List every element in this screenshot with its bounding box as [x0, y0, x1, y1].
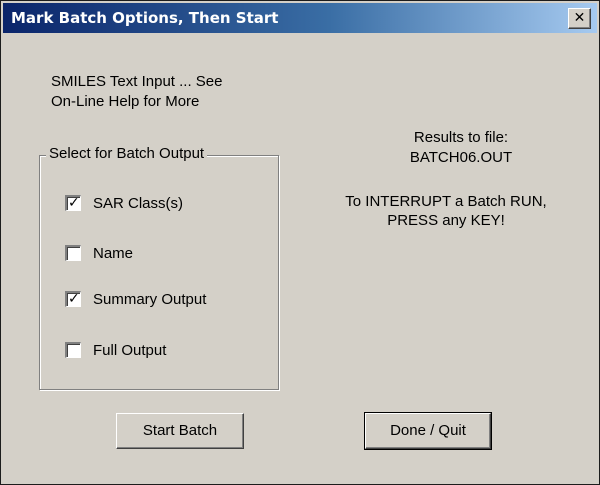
- checkbox-summary-output[interactable]: ✓ Summary Output: [65, 290, 206, 308]
- results-filename: BATCH06.OUT: [409, 149, 513, 166]
- batch-output-legend: Select for Batch Output: [46, 145, 208, 162]
- close-icon[interactable]: ✕: [569, 9, 590, 28]
- checkbox-label-summary-output[interactable]: Summary Output: [93, 291, 206, 308]
- checkbox-full-output[interactable]: Full Output: [65, 341, 166, 359]
- checkbox-box[interactable]: [65, 245, 81, 261]
- close-button[interactable]: ✕: [568, 8, 591, 29]
- title-bar[interactable]: Mark Batch Options, Then Start ✕: [3, 3, 597, 33]
- done-quit-button[interactable]: Done / Quit: [364, 412, 492, 450]
- checkbox-name[interactable]: Name: [65, 244, 133, 262]
- interrupt-text-line1: To INTERRUPT a Batch RUN,: [345, 193, 547, 210]
- results-label: Results to file:: [413, 129, 509, 146]
- checkbox-label-name[interactable]: Name: [93, 245, 133, 262]
- checkbox-sar-class[interactable]: ✓ SAR Class(s): [65, 194, 183, 212]
- info-text-line1: SMILES Text Input ... See: [51, 73, 223, 90]
- done-quit-label: Done / Quit: [390, 422, 466, 439]
- window-title: Mark Batch Options, Then Start: [11, 9, 279, 27]
- info-text-line2: On-Line Help for More: [51, 93, 200, 110]
- interrupt-text-line2: PRESS any KEY!: [387, 212, 505, 229]
- checkbox-box[interactable]: ✓: [65, 291, 81, 307]
- dialog-window: Mark Batch Options, Then Start ✕ SMILES …: [0, 0, 600, 485]
- checkmark-icon: ✓: [68, 195, 80, 211]
- checkbox-label-full-output[interactable]: Full Output: [93, 342, 166, 359]
- checkbox-box[interactable]: [65, 342, 81, 358]
- start-batch-button[interactable]: Start Batch: [116, 413, 244, 449]
- checkbox-box[interactable]: ✓: [65, 195, 81, 211]
- checkbox-label-sar-class[interactable]: SAR Class(s): [93, 195, 183, 212]
- start-batch-label: Start Batch: [142, 422, 218, 439]
- checkmark-icon: ✓: [68, 291, 80, 307]
